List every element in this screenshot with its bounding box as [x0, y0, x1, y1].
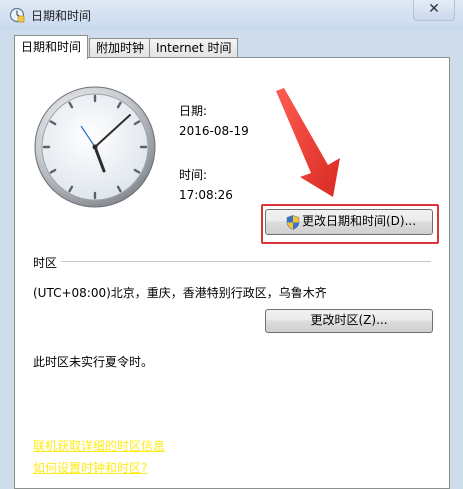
- time-label: 时间:: [179, 168, 208, 182]
- change-timezone-label: 更改时区(Z)...: [310, 313, 388, 327]
- time-value: 17:08:26: [179, 188, 233, 202]
- tab-date-time[interactable]: 日期和时间: [14, 35, 89, 59]
- close-button[interactable]: ✕: [413, 0, 455, 21]
- dst-note: 此时区未实行夏令时。: [33, 355, 154, 369]
- window-title: 日期和时间: [31, 9, 92, 23]
- change-timezone-button[interactable]: 更改时区(Z)...: [265, 309, 433, 333]
- analog-clock-icon: [34, 86, 156, 208]
- tab-additional-clocks[interactable]: 附加时钟: [89, 38, 152, 58]
- tab-internet-time[interactable]: Internet 时间: [149, 38, 239, 58]
- timezone-section-label: 时区: [33, 256, 58, 270]
- change-date-time-label: 更改日期和时间(D)...: [301, 214, 417, 228]
- tab-label: 日期和时间: [21, 40, 82, 54]
- date-time-panel: 日期: 2016-08-19 时间: 17:08:26 更改日期和时间(D)..…: [14, 57, 450, 489]
- timezone-divider: [61, 261, 431, 262]
- tab-label: Internet 时间: [156, 41, 232, 55]
- clock-timezone-help-link[interactable]: 如何设置时钟和时区?: [33, 459, 147, 476]
- title-bar: 日期和时间 ✕: [0, 0, 463, 30]
- change-date-time-button[interactable]: 更改日期和时间(D)...: [265, 209, 433, 235]
- date-label: 日期:: [179, 104, 208, 118]
- date-value: 2016-08-19: [179, 124, 249, 138]
- timezone-value: (UTC+08:00)北京，重庆，香港特别行政区，乌鲁木齐: [33, 286, 327, 300]
- tab-label: 附加时钟: [96, 41, 145, 55]
- uac-shield-icon: [286, 215, 300, 230]
- timezone-info-link[interactable]: 联机获取详细的时区信息: [33, 437, 165, 454]
- close-icon: ✕: [428, 1, 440, 17]
- clock-icon: [9, 7, 25, 23]
